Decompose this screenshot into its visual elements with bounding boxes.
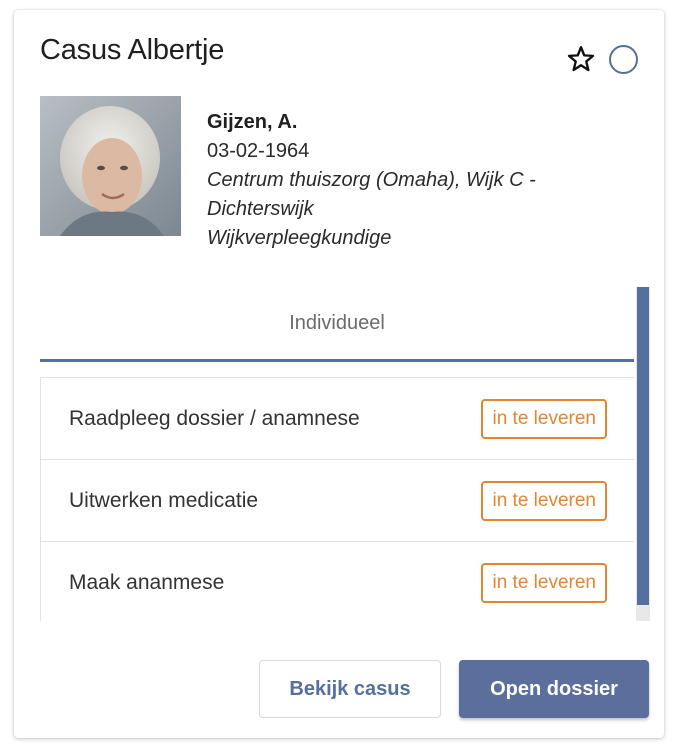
tab-individueel[interactable]: Individueel [40,287,634,362]
task-label: Raadpleeg dossier / anamnese [69,407,360,430]
open-dossier-button[interactable]: Open dossier [459,660,649,718]
view-case-button[interactable]: Bekijk casus [259,660,441,718]
patient-organisation: Centrum thuiszorg (Omaha), Wijk C - Dich… [207,169,536,220]
avatar-portrait-image [40,96,181,236]
task-item[interactable]: Raadpleeg dossier / anamnese in te lever… [40,377,634,459]
task-panel: Individueel Raadpleeg dossier / anamnese… [40,287,650,621]
task-list-scrollbar[interactable] [636,287,650,621]
task-label: Uitwerken medicatie [69,489,259,512]
patient-birthdate: 03-02-1964 [207,140,310,162]
status-badge: in te leveren [481,481,607,521]
status-badge: in te leveren [481,399,607,439]
task-label: Maak ananmese [69,571,225,594]
star-icon[interactable] [566,44,596,74]
patient-name: Gijzen, A. [207,111,298,133]
patient-role: Wijkverpleegkundige [207,227,392,249]
task-item[interactable]: Maak ananmese in te leveren [40,541,634,621]
status-circle-icon[interactable] [609,45,638,74]
status-badge: in te leveren [481,563,607,603]
patient-info: Gijzen, A. 03-02-1964 Centrum thuiszorg … [207,108,627,253]
scrollbar-thumb[interactable] [637,287,649,605]
patient-avatar [40,96,181,236]
case-card: Casus Albertje Gijzen, A. 03-02-1964 Cen… [14,10,664,738]
task-list: Raadpleeg dossier / anamnese in te lever… [40,377,634,621]
task-item[interactable]: Uitwerken medicatie in te leveren [40,459,634,541]
case-title: Casus Albertje [40,34,225,66]
